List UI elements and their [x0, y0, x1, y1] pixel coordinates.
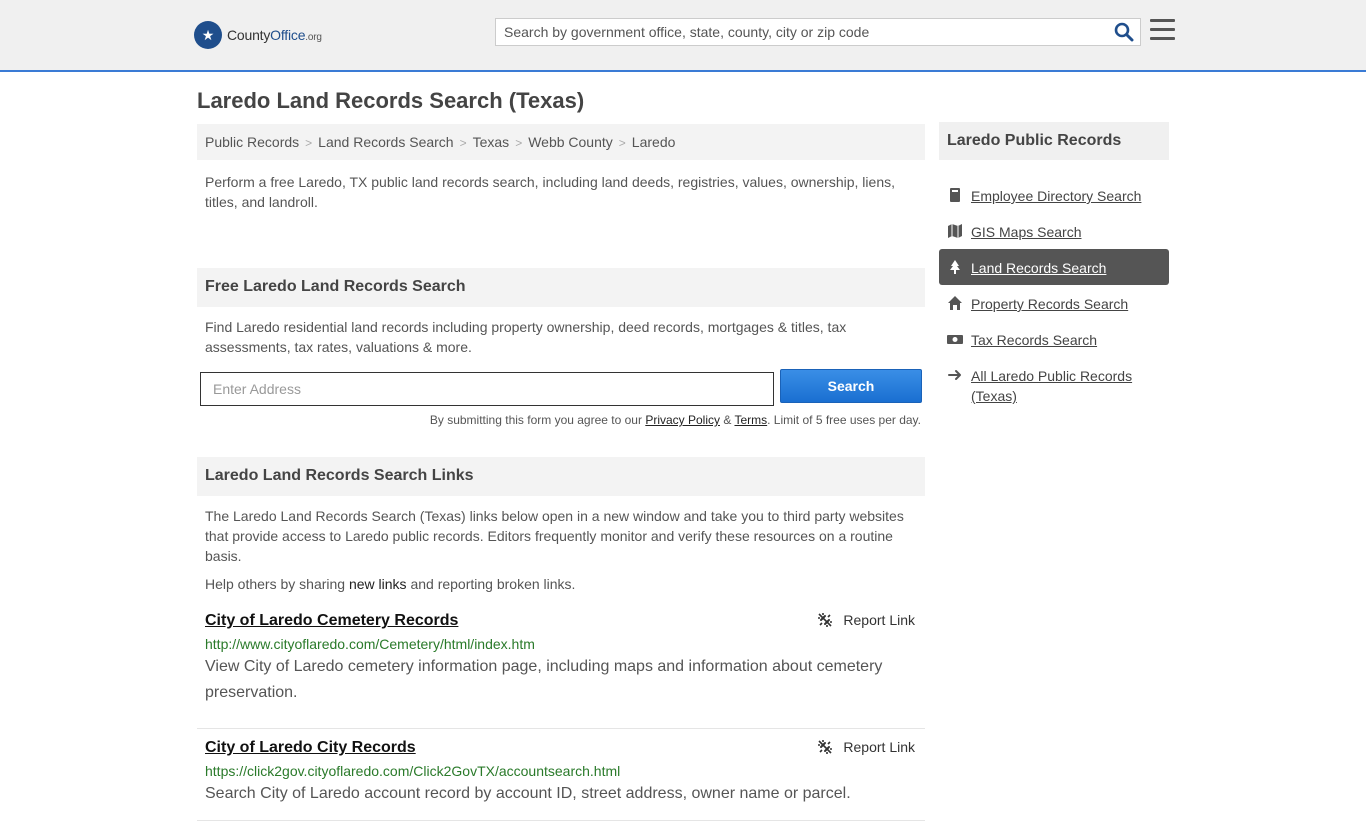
eagle-logo-icon: ★ — [194, 21, 222, 49]
search-button[interactable]: Search — [780, 369, 922, 403]
report-link-button[interactable]: Report Link — [817, 612, 915, 628]
site-search — [495, 18, 1141, 46]
report-link-label: Report Link — [843, 612, 915, 628]
report-link-label: Report Link — [843, 739, 915, 755]
sidebar-item-all-public-records[interactable]: All Laredo Public Records (Texas) — [939, 357, 1169, 413]
sidebar-item-land-records[interactable]: Land Records Search — [939, 249, 1169, 285]
record-url: http://www.cityoflaredo.com/Cemetery/htm… — [205, 636, 535, 652]
map-icon — [948, 224, 962, 238]
record-item: City of Laredo City Records Report Link … — [197, 729, 925, 821]
address-search-form: Search — [197, 361, 925, 406]
record-description: View City of Laredo cemetery information… — [205, 658, 883, 701]
terms-link[interactable]: Terms — [734, 413, 767, 427]
sidebar-item-employee-directory[interactable]: Employee Directory Search — [939, 177, 1169, 213]
breadcrumb-public-records[interactable]: Public Records — [205, 134, 299, 150]
record-url: https://click2gov.cityoflaredo.com/Click… — [205, 763, 621, 779]
breadcrumb-webb-county[interactable]: Webb County — [528, 134, 613, 150]
free-search-description: Find Laredo residential land records inc… — [205, 319, 847, 355]
record-title-link[interactable]: City of Laredo Cemetery Records — [205, 612, 458, 630]
site-header: ★ CountyOffice.org — [0, 0, 1366, 72]
record-item: City of Laredo Cemetery Records Report L… — [197, 612, 925, 729]
main-content: Public Records > Land Records Search > Texas… — [197, 124, 925, 821]
intro-text: Perform a free Laredo, TX public land re… — [205, 174, 895, 210]
report-link-button[interactable]: Report Link — [817, 739, 915, 755]
home-icon — [948, 296, 962, 310]
address-input[interactable] — [200, 372, 774, 406]
record-description: Search City of Laredo account record by … — [205, 785, 851, 802]
search-icon[interactable] — [1114, 22, 1134, 42]
broken-link-icon — [818, 740, 833, 754]
tree-icon — [950, 260, 960, 274]
site-search-input[interactable] — [496, 19, 1106, 45]
record-title-link[interactable]: City of Laredo City Records — [205, 739, 416, 757]
breadcrumb-land-records[interactable]: Land Records Search — [318, 134, 453, 150]
breadcrumb-texas[interactable]: Texas — [473, 134, 510, 150]
broken-link-icon — [818, 613, 833, 627]
breadcrumb-laredo[interactable]: Laredo — [632, 134, 676, 150]
terms-notice: By submitting this form you agree to our… — [429, 413, 921, 427]
sidebar-item-gis-maps[interactable]: GIS Maps Search — [939, 213, 1169, 249]
breadcrumb: Public Records > Land Records Search > Texas… — [197, 124, 925, 160]
new-links-link[interactable]: new links — [349, 576, 407, 592]
sidebar-heading: Laredo Public Records — [939, 122, 1169, 160]
sidebar-item-property-records[interactable]: Property Records Search — [939, 285, 1169, 321]
money-icon — [947, 335, 963, 344]
sidebar: Laredo Public Records Employee Directory… — [939, 122, 1169, 413]
logo-text: CountyOffice.org — [227, 27, 322, 43]
privacy-policy-link[interactable]: Privacy Policy — [645, 413, 720, 427]
site-logo[interactable]: ★ CountyOffice.org — [194, 21, 322, 49]
sidebar-item-tax-records[interactable]: Tax Records Search — [939, 321, 1169, 357]
links-heading: Laredo Land Records Search Links — [197, 457, 925, 496]
free-search-heading: Free Laredo Land Records Search — [197, 268, 925, 307]
book-icon — [950, 188, 960, 202]
page-title: Laredo Land Records Search (Texas) — [197, 88, 585, 113]
hamburger-menu-icon[interactable] — [1150, 19, 1175, 41]
links-description: The Laredo Land Records Search (Texas) l… — [205, 508, 904, 564]
arrow-right-icon — [948, 370, 961, 380]
help-text: Help others by sharing new links and rep… — [205, 576, 576, 592]
